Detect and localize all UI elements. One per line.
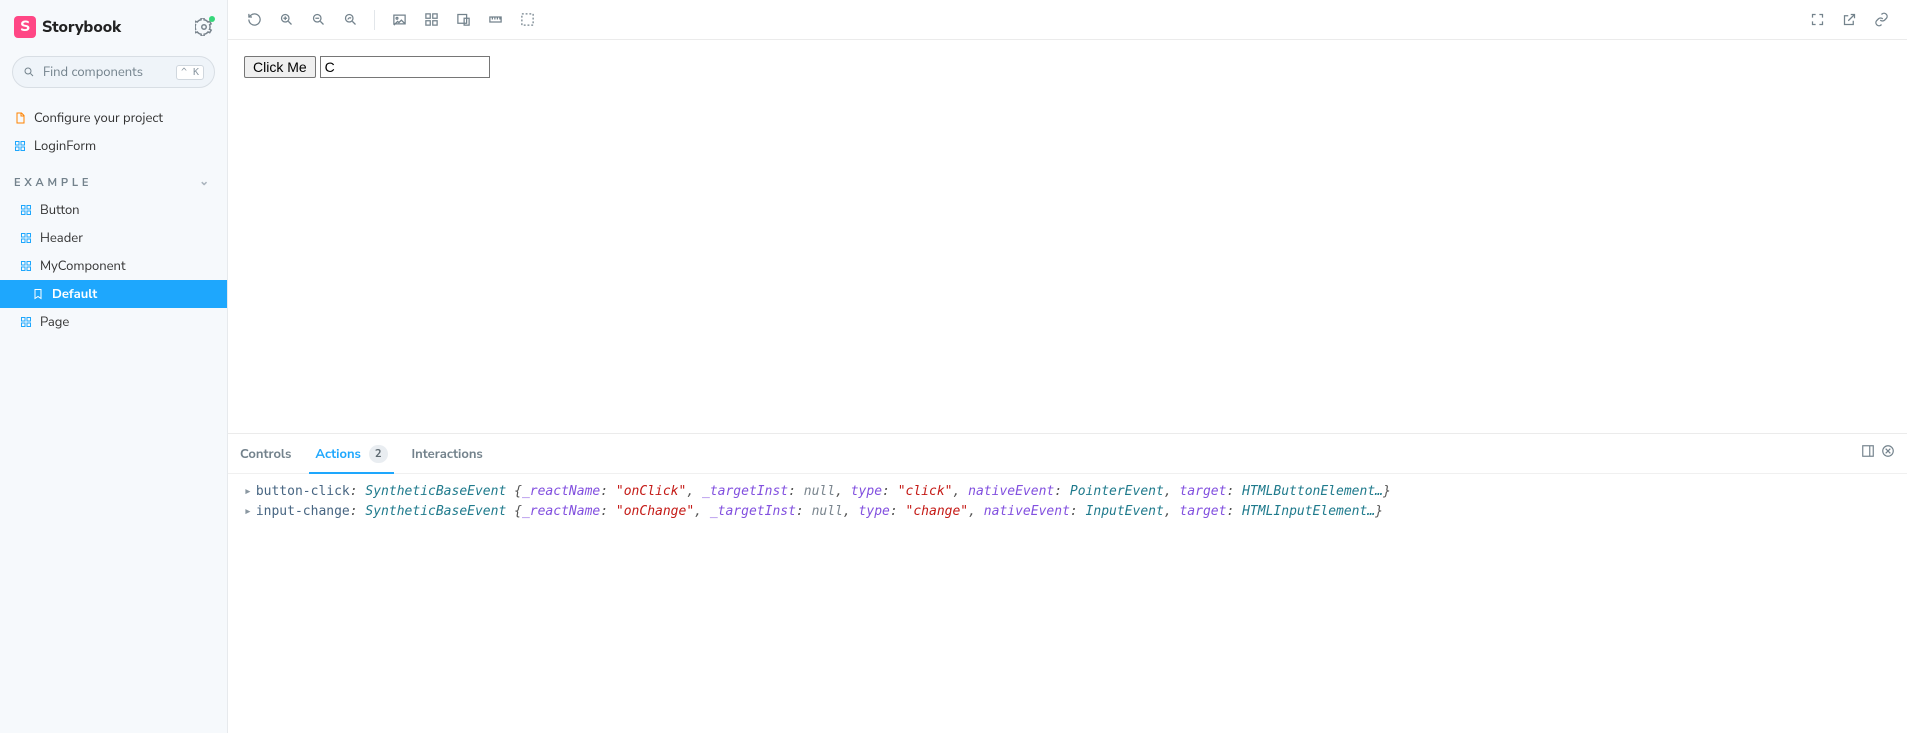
sidebar-item-label: MyComponent <box>40 257 126 275</box>
sidebar-item-label: Page <box>40 313 69 331</box>
sidebar-group-label: EXAMPLE <box>14 175 92 190</box>
sidebar-story-default[interactable]: Default <box>0 280 227 308</box>
bookmark-icon <box>32 288 44 300</box>
component-icon <box>20 316 32 328</box>
search-input[interactable]: Find components ^ K <box>12 56 215 88</box>
addon-tabs: Controls Actions 2 Interactions <box>228 434 1907 474</box>
measure-icon[interactable] <box>481 6 509 34</box>
tab-actions[interactable]: Actions 2 <box>315 434 387 473</box>
sidebar-item-label: LoginForm <box>34 137 96 155</box>
sidebar-group-example[interactable]: EXAMPLE ⌄ <box>0 160 227 196</box>
fullscreen-icon[interactable] <box>1803 6 1831 34</box>
tab-interactions[interactable]: Interactions <box>412 434 483 473</box>
component-icon <box>20 260 32 272</box>
remount-icon[interactable] <box>240 6 268 34</box>
tab-label: Controls <box>240 445 291 463</box>
storybook-logo-icon: S <box>14 16 36 38</box>
outline-icon[interactable] <box>513 6 541 34</box>
sidebar-item-button[interactable]: Button <box>0 196 227 224</box>
story-canvas: Click Me <box>228 40 1907 433</box>
sidebar-item-label: Default <box>52 285 97 303</box>
sidebar-item-page[interactable]: Page <box>0 308 227 336</box>
canvas-toolbar <box>228 0 1907 40</box>
action-log-line[interactable]: ▸input-change: SyntheticBaseEvent {_reac… <box>244 502 1891 522</box>
search-placeholder: Find components <box>43 63 143 81</box>
sidebar-item-label: Header <box>40 229 83 247</box>
panel-close-icon[interactable] <box>1881 444 1895 463</box>
actions-log: ▸button-click: SyntheticBaseEvent {_reac… <box>228 474 1907 733</box>
actions-count-badge: 2 <box>369 445 388 463</box>
sidebar-header: S Storybook <box>0 12 227 48</box>
sidebar-item-header[interactable]: Header <box>0 224 227 252</box>
sidebar-item-label: Configure your project <box>34 109 163 127</box>
action-log-line[interactable]: ▸button-click: SyntheticBaseEvent {_reac… <box>244 482 1891 502</box>
sidebar: S Storybook Find components ^ K Configur… <box>0 0 228 733</box>
sidebar-item-configure[interactable]: Configure your project <box>0 104 227 132</box>
component-icon <box>14 140 26 152</box>
sidebar-item-label: Button <box>40 201 80 219</box>
component-icon <box>20 232 32 244</box>
sidebar-item-loginform[interactable]: LoginForm <box>0 132 227 160</box>
panel-orientation-icon[interactable] <box>1861 444 1875 463</box>
viewport-icon[interactable] <box>449 6 477 34</box>
open-new-tab-icon[interactable] <box>1835 6 1863 34</box>
main-area: Click Me Controls Actions 2 Interactions… <box>228 0 1907 733</box>
addon-panel: Controls Actions 2 Interactions ▸button-… <box>228 433 1907 733</box>
collapse-icon[interactable]: ⌄ <box>199 174 213 190</box>
click-me-button[interactable]: Click Me <box>244 56 316 78</box>
tab-controls[interactable]: Controls <box>240 434 291 473</box>
sidebar-item-mycomponent[interactable]: MyComponent <box>0 252 227 280</box>
brand-name: Storybook <box>42 16 121 38</box>
zoom-reset-icon[interactable] <box>336 6 364 34</box>
search-shortcut: ^ K <box>176 65 204 80</box>
component-icon <box>20 204 32 216</box>
grid-icon[interactable] <box>417 6 445 34</box>
zoom-out-icon[interactable] <box>304 6 332 34</box>
story-text-input[interactable] <box>320 56 490 78</box>
mycomponent-story: Click Me <box>244 56 1891 78</box>
toolbar-separator <box>374 10 375 30</box>
document-icon <box>14 112 26 124</box>
settings-gear-icon[interactable] <box>195 18 213 36</box>
tab-label: Actions <box>315 445 361 463</box>
tab-label: Interactions <box>412 445 483 463</box>
search-icon <box>23 66 35 78</box>
background-icon[interactable] <box>385 6 413 34</box>
copy-link-icon[interactable] <box>1867 6 1895 34</box>
zoom-in-icon[interactable] <box>272 6 300 34</box>
